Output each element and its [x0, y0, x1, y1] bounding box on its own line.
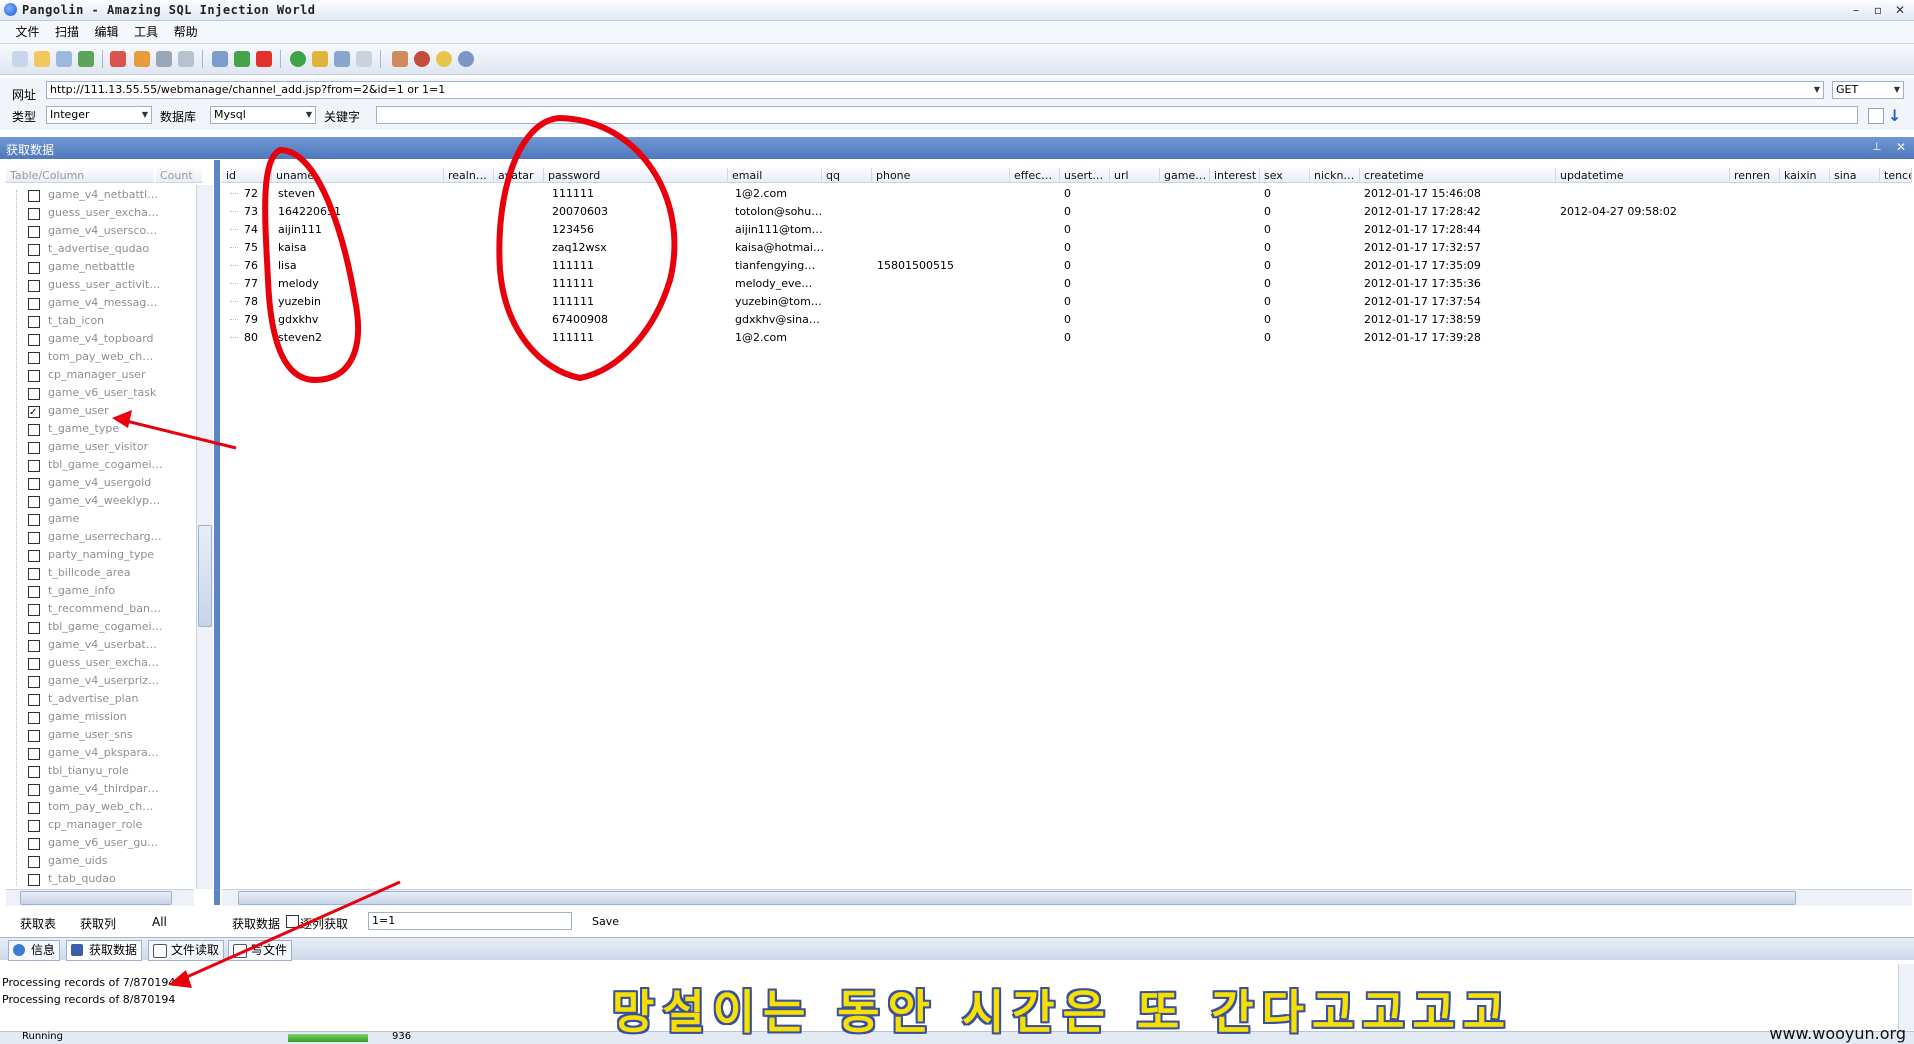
annotation-layer: [112, 114, 678, 988]
annotation-circle-uname: [262, 146, 362, 384]
annotation-arrow-line-table: [121, 418, 237, 450]
annotation-arrow-line-log: [179, 880, 401, 982]
annotation-arrow-head-table: [112, 410, 132, 428]
annotation-arrow-head-log: [168, 970, 192, 988]
annotation-circle-password: [496, 114, 678, 382]
